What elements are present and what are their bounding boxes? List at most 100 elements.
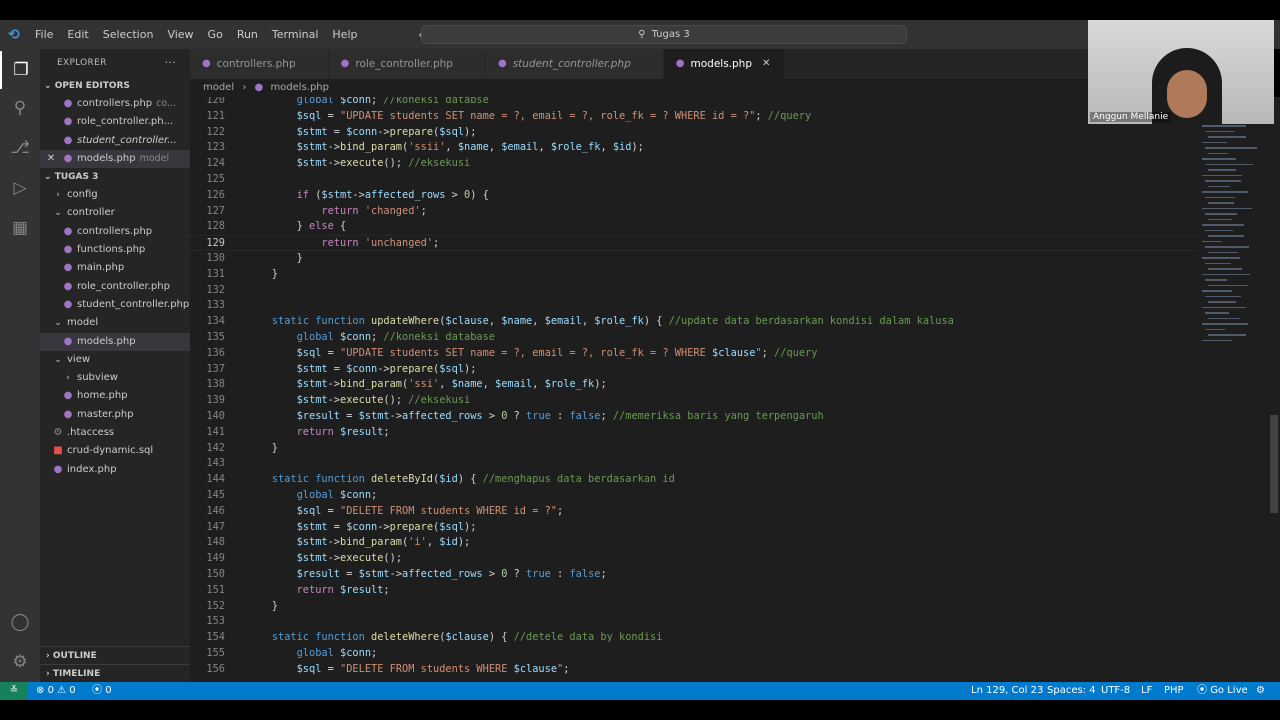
vertical-scrollbar[interactable] <box>1268 97 1280 682</box>
line-ending[interactable]: LF <box>1141 682 1152 700</box>
code-line[interactable]: 137 $stmt = $conn->prepare($sql); <box>190 362 1198 378</box>
tree-file[interactable]: ● controllers.php <box>40 223 190 241</box>
encoding[interactable]: UTF-8 <box>1101 682 1130 700</box>
code-line[interactable]: 143 <box>190 456 1198 472</box>
code-line[interactable]: 126 if ($stmt->affected_rows > 0) { <box>190 188 1198 204</box>
editor-tab[interactable]: ● student_controller.php <box>485 49 664 79</box>
tree-file[interactable]: ■ crud-dynamic.sql <box>40 442 190 460</box>
minimap[interactable] <box>1198 97 1268 682</box>
breadcrumb-folder[interactable]: model <box>203 82 234 93</box>
problems-indicator[interactable]: ⊗ 0 ⚠ 0 <box>36 682 76 700</box>
tree-file[interactable]: ● index.php <box>40 461 190 479</box>
extensions-icon[interactable]: ▦ <box>0 209 40 247</box>
close-icon[interactable]: ✕ <box>762 49 772 79</box>
ports-indicator[interactable]: ⦿ 0 <box>92 682 112 700</box>
tree-folder[interactable]: ⌄ model <box>40 314 190 332</box>
search-icon[interactable]: ⚲ <box>0 89 40 127</box>
code-line[interactable]: 133 <box>190 298 1198 314</box>
code-line[interactable]: 127 return 'changed'; <box>190 204 1198 220</box>
tree-folder[interactable]: ⌄ view <box>40 351 190 369</box>
code-line[interactable]: 145 global $conn; <box>190 488 1198 504</box>
menu-item-run[interactable]: Run <box>230 20 265 49</box>
go-live-button[interactable]: ⦿ Go Live <box>1197 682 1248 700</box>
code-line[interactable]: 140 $result = $stmt->affected_rows > 0 ?… <box>190 409 1198 425</box>
tree-file[interactable]: ● models.php <box>40 332 190 351</box>
code-line[interactable]: 150 $result = $stmt->affected_rows > 0 ?… <box>190 567 1198 583</box>
code-line[interactable]: 136 $sql = "UPDATE students SET name = ?… <box>190 346 1198 362</box>
open-editor-item[interactable]: ✕ ● models.php model <box>40 149 190 169</box>
code-line[interactable]: 153 <box>190 614 1198 630</box>
explorer-icon[interactable]: ❐ <box>0 51 40 89</box>
menu-item-edit[interactable]: Edit <box>60 20 95 49</box>
editor-tab[interactable]: ● models.php ✕ <box>663 49 785 79</box>
run-debug-icon[interactable]: ▷ <box>0 169 40 207</box>
code-line[interactable]: 154 static function deleteWhere($clause)… <box>190 630 1198 646</box>
code-editor[interactable]: 120 global $conn; //koneksi databse 121 $… <box>190 97 1198 682</box>
code-line[interactable]: 125 <box>190 172 1198 188</box>
menu-item-terminal[interactable]: Terminal <box>265 20 326 49</box>
menu-item-go[interactable]: Go <box>201 20 230 49</box>
more-actions-icon[interactable]: ··· <box>165 49 176 77</box>
code-line[interactable]: 147 $stmt = $conn->prepare($sql); <box>190 520 1198 536</box>
tree-folder[interactable]: › subview <box>40 369 190 387</box>
account-icon[interactable]: ◯ <box>0 603 40 641</box>
editor-tab[interactable]: ● controllers.php <box>190 49 329 79</box>
open-editor-item[interactable]: ● student_controller... <box>40 132 190 150</box>
editor-tab[interactable]: ● role_controller.php <box>328 49 486 79</box>
code-line[interactable]: 146 $sql = "DELETE FROM students WHERE i… <box>190 504 1198 520</box>
tree-file[interactable]: ● student_controller.php <box>40 296 190 314</box>
outline-section[interactable]: › OUTLINE <box>40 646 190 664</box>
code-line[interactable]: 138 $stmt->bind_param('ssi', $name, $ema… <box>190 377 1198 393</box>
menu-item-selection[interactable]: Selection <box>96 20 161 49</box>
code-line[interactable]: 120 global $conn; //koneksi databse <box>190 97 1198 109</box>
remote-indicator-icon[interactable]: ≚ <box>0 682 28 700</box>
breadcrumb-file[interactable]: models.php <box>270 82 329 93</box>
tree-file[interactable]: ● functions.php <box>40 241 190 259</box>
code-line[interactable]: 142 } <box>190 441 1198 457</box>
code-line[interactable]: 129 return 'unchanged'; <box>190 235 1198 251</box>
code-line[interactable]: 148 $stmt->bind_param('i', $id); <box>190 535 1198 551</box>
notifications-bell-icon[interactable]: ⚙ <box>1256 682 1265 700</box>
code-line[interactable]: 152 } <box>190 599 1198 615</box>
tree-file[interactable]: ● home.php <box>40 387 190 405</box>
code-line[interactable]: 130 } <box>190 251 1198 267</box>
code-line[interactable]: 134 static function updateWhere($clause,… <box>190 314 1198 330</box>
code-line[interactable]: 141 return $result; <box>190 425 1198 441</box>
menu-item-view[interactable]: View <box>160 20 200 49</box>
source-control-icon[interactable]: ⎇ <box>0 129 40 167</box>
code-line[interactable]: 135 global $conn; //koneksi database <box>190 330 1198 346</box>
code-line[interactable]: 151 return $result; <box>190 583 1198 599</box>
command-center-search[interactable]: ⚲ Tugas 3 <box>421 25 907 44</box>
scrollbar-thumb[interactable] <box>1270 415 1278 513</box>
timeline-section[interactable]: › TIMELINE <box>40 664 190 682</box>
close-icon[interactable]: ✕ <box>40 150 62 168</box>
tree-file[interactable]: ● main.php <box>40 259 190 277</box>
code-line[interactable]: 149 $stmt->execute(); <box>190 551 1198 567</box>
language-mode[interactable]: PHP <box>1164 682 1184 700</box>
tree-file[interactable]: ⚙ .htaccess <box>40 424 190 442</box>
tree-file[interactable]: ● role_controller.php <box>40 278 190 296</box>
code-line[interactable]: 132 <box>190 283 1198 299</box>
cursor-position[interactable]: Ln 129, Col 23 <box>971 682 1043 700</box>
tree-file[interactable]: ● master.php <box>40 406 190 424</box>
code-line[interactable]: 128 } else { <box>190 219 1198 235</box>
tree-folder[interactable]: › config <box>40 186 190 204</box>
open-editor-item[interactable]: ● controllers.php co... <box>40 95 190 113</box>
code-line[interactable]: 156 $sql = "DELETE FROM students WHERE $… <box>190 662 1198 678</box>
code-line[interactable]: 139 $stmt->execute(); //eksekusi <box>190 393 1198 409</box>
open-editors-section[interactable]: ⌄ OPEN EDITORS <box>40 77 190 95</box>
code-line[interactable]: 155 global $conn; <box>190 646 1198 662</box>
menu-item-file[interactable]: File <box>28 20 60 49</box>
tree-folder[interactable]: ⌄ controller <box>40 204 190 222</box>
code-line[interactable]: 122 $stmt = $conn->prepare($sql); <box>190 125 1198 141</box>
code-line[interactable]: 121 $sql = "UPDATE students SET name = ?… <box>190 109 1198 125</box>
code-line[interactable]: 124 $stmt->execute(); //eksekusi <box>190 156 1198 172</box>
code-line[interactable]: 123 $stmt->bind_param('ssii', $name, $em… <box>190 140 1198 156</box>
menu-item-help[interactable]: Help <box>325 20 364 49</box>
indentation[interactable]: Spaces: 4 <box>1047 682 1096 700</box>
settings-gear-icon[interactable]: ⚙ <box>0 643 40 681</box>
code-line[interactable]: 144 static function deleteById($id) { //… <box>190 472 1198 488</box>
open-editor-item[interactable]: ● role_controller.ph... <box>40 113 190 131</box>
code-line[interactable]: 131 } <box>190 267 1198 283</box>
project-section[interactable]: ⌄ TUGAS 3 <box>40 168 190 186</box>
